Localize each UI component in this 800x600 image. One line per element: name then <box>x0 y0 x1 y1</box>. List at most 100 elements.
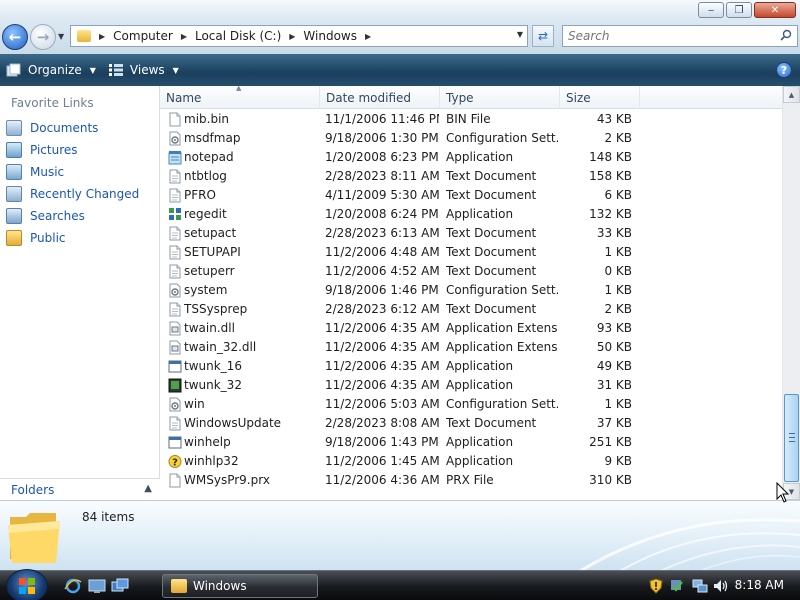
file-date-modified: 4/11/2009 5:30 AM <box>325 188 439 202</box>
security-shield-icon[interactable] <box>648 578 664 594</box>
column-header-type[interactable]: Type <box>440 86 560 109</box>
file-row[interactable]: ? winhlp32 11/2/2006 1:45 AM Application 9 K… <box>160 452 782 471</box>
column-header-date[interactable]: Date modified <box>320 86 440 109</box>
file-type: Text Document <box>446 264 537 278</box>
file-row[interactable]: SETUPAPI 11/2/2006 4:48 AM Text Document 1 … <box>160 243 782 262</box>
file-name: twain_32.dll <box>184 340 257 354</box>
views-button[interactable]: Views ▼ <box>102 54 185 86</box>
search-icon[interactable] <box>780 29 792 41</box>
search-input[interactable] <box>563 29 763 43</box>
chevron-down-icon: ▼ <box>172 65 179 75</box>
file-size: 33 KB <box>596 226 632 240</box>
file-row[interactable]: ntbtlog 2/28/2023 8:11 AM Text Document 158… <box>160 167 782 186</box>
scrollbar-thumb[interactable] <box>784 394 799 482</box>
column-header-name[interactable]: Name ▲ <box>160 84 320 109</box>
back-button[interactable]: ← <box>2 24 28 50</box>
file-date-modified: 11/2/2006 4:35 AM <box>325 378 439 392</box>
nav-item-label: Music <box>30 165 65 179</box>
minimize-button[interactable]: ‒ <box>698 2 724 18</box>
file-row[interactable]: twain_32.dll 11/2/2006 4:35 AM Application… <box>160 338 782 357</box>
file-name: notepad <box>184 150 234 164</box>
navigation-pane: Favorite Links Documents Pictures Music … <box>0 86 160 500</box>
nav-item-searches[interactable]: Searches <box>6 206 85 226</box>
file-name: twunk_32 <box>184 378 242 392</box>
nav-item-pictures[interactable]: Pictures <box>6 140 78 160</box>
file-row[interactable]: win 11/2/2006 5:03 AM Configuration Sett..… <box>160 395 782 414</box>
breadcrumb-separator-icon[interactable]: ▶ <box>181 32 187 41</box>
file-row[interactable]: twunk_16 11/2/2006 4:35 AM Application 49 K… <box>160 357 782 376</box>
file-type: Application Extens... <box>446 321 558 335</box>
file-row[interactable]: regedit 1/20/2008 6:24 PM Application 132 K… <box>160 205 782 224</box>
breadcrumb-local-disk[interactable]: Local Disk (C:) <box>195 29 281 43</box>
file-type: Text Document <box>446 188 537 202</box>
file-size: 50 KB <box>596 340 632 354</box>
close-button[interactable]: ✕ <box>754 2 796 18</box>
file-row[interactable]: mib.bin 11/1/2006 11:46 PM BIN File 43 KB <box>160 110 782 129</box>
application-icon <box>168 360 182 373</box>
forward-button[interactable]: → <box>30 24 56 50</box>
address-history-dropdown[interactable]: ▼ <box>517 30 523 39</box>
file-type: Text Document <box>446 302 537 316</box>
regedit-icon <box>169 208 181 220</box>
breadcrumb-separator-icon[interactable]: ▶ <box>289 32 295 41</box>
file-name: setupact <box>184 226 237 240</box>
recent-pages-dropdown[interactable]: ▼ <box>58 32 64 41</box>
breadcrumb-separator-icon[interactable]: ▶ <box>365 32 371 41</box>
file-row[interactable]: twunk_32 11/2/2006 4:35 AM Application 31 K… <box>160 376 782 395</box>
vertical-scrollbar[interactable]: ▲ ▼ <box>782 86 800 500</box>
file-type: Text Document <box>446 416 537 430</box>
file-row[interactable]: system 9/18/2006 1:46 PM Configuration Set… <box>160 281 782 300</box>
file-row[interactable]: TSSysprep 2/28/2023 6:12 AM Text Document 2… <box>160 300 782 319</box>
taskbar-button-windows[interactable]: Windows <box>162 574 318 598</box>
file-row[interactable]: msdfmap 9/18/2006 1:30 PM Configuration Se… <box>160 129 782 148</box>
file-row[interactable]: WindowsUpdate 2/28/2023 8:08 AM Text Docum… <box>160 414 782 433</box>
generic-file-icon <box>169 112 181 127</box>
address-bar[interactable]: ▶ Computer ▶ Local Disk (C:) ▶ Windows ▶… <box>70 25 528 47</box>
internet-explorer-icon[interactable] <box>64 578 82 594</box>
help-icon[interactable]: ? <box>776 62 792 78</box>
column-header-size[interactable]: Size <box>560 86 640 109</box>
network-icon[interactable] <box>692 578 708 594</box>
folders-toggle[interactable]: Folders ▲ <box>0 478 160 500</box>
nav-item-recently-changed[interactable]: Recently Changed <box>6 184 139 204</box>
volume-icon[interactable] <box>712 578 728 594</box>
file-row[interactable]: PFRO 4/11/2009 5:30 AM Text Document 6 KB <box>160 186 782 205</box>
nav-item-documents[interactable]: Documents <box>6 118 98 138</box>
switch-windows-icon[interactable] <box>111 578 129 594</box>
file-row[interactable]: winhelp 9/18/2006 1:43 PM Application 251 K… <box>160 433 782 452</box>
breadcrumb-windows[interactable]: Windows <box>303 29 357 43</box>
windows-defender-icon[interactable] <box>668 578 684 594</box>
file-date-modified: 11/2/2006 1:45 AM <box>325 454 439 468</box>
file-row[interactable]: setuperr 11/2/2006 4:52 AM Text Document 0 … <box>160 262 782 281</box>
system-clock[interactable]: 8:18 AM <box>735 578 784 592</box>
generic-file-icon <box>169 473 181 488</box>
file-row[interactable]: WMSysPr9.prx 11/2/2006 4:36 AM PRX File 310… <box>160 471 782 490</box>
file-date-modified: 11/2/2006 4:48 AM <box>325 245 439 259</box>
file-name: WMSysPr9.prx <box>184 473 270 487</box>
refresh-button[interactable]: ⇄ <box>532 25 554 47</box>
nav-item-label: Public <box>30 231 66 245</box>
folder-icon <box>77 30 91 42</box>
start-button[interactable] <box>6 569 48 600</box>
file-row[interactable]: twain.dll 11/2/2006 4:35 AM Application Ex… <box>160 319 782 338</box>
nav-item-music[interactable]: Music <box>6 162 64 182</box>
show-desktop-icon[interactable] <box>88 578 106 594</box>
chevron-down-icon: ▼ <box>89 65 96 75</box>
file-name: regedit <box>184 207 227 221</box>
folder-icon <box>171 579 187 593</box>
nav-item-public[interactable]: Public <box>6 228 66 248</box>
file-name: twain.dll <box>184 321 235 335</box>
file-name: SETUPAPI <box>184 245 241 259</box>
file-name: WindowsUpdate <box>184 416 282 430</box>
file-name: setuperr <box>184 264 235 278</box>
breadcrumb-computer[interactable]: Computer <box>113 29 173 43</box>
refresh-icon: ⇄ <box>537 29 549 43</box>
organize-button[interactable]: Organize ▼ <box>0 54 102 86</box>
scroll-up-button[interactable]: ▲ <box>783 86 800 103</box>
maximize-button[interactable]: ❐ <box>726 2 752 18</box>
breadcrumb-separator-icon[interactable]: ▶ <box>99 32 105 41</box>
file-row[interactable]: setupact 2/28/2023 6:13 AM Text Document 33… <box>160 224 782 243</box>
file-row[interactable]: notepad 1/20/2008 6:23 PM Application 148 K… <box>160 148 782 167</box>
file-date-modified: 1/20/2008 6:23 PM <box>325 150 439 164</box>
search-box[interactable] <box>562 25 798 47</box>
